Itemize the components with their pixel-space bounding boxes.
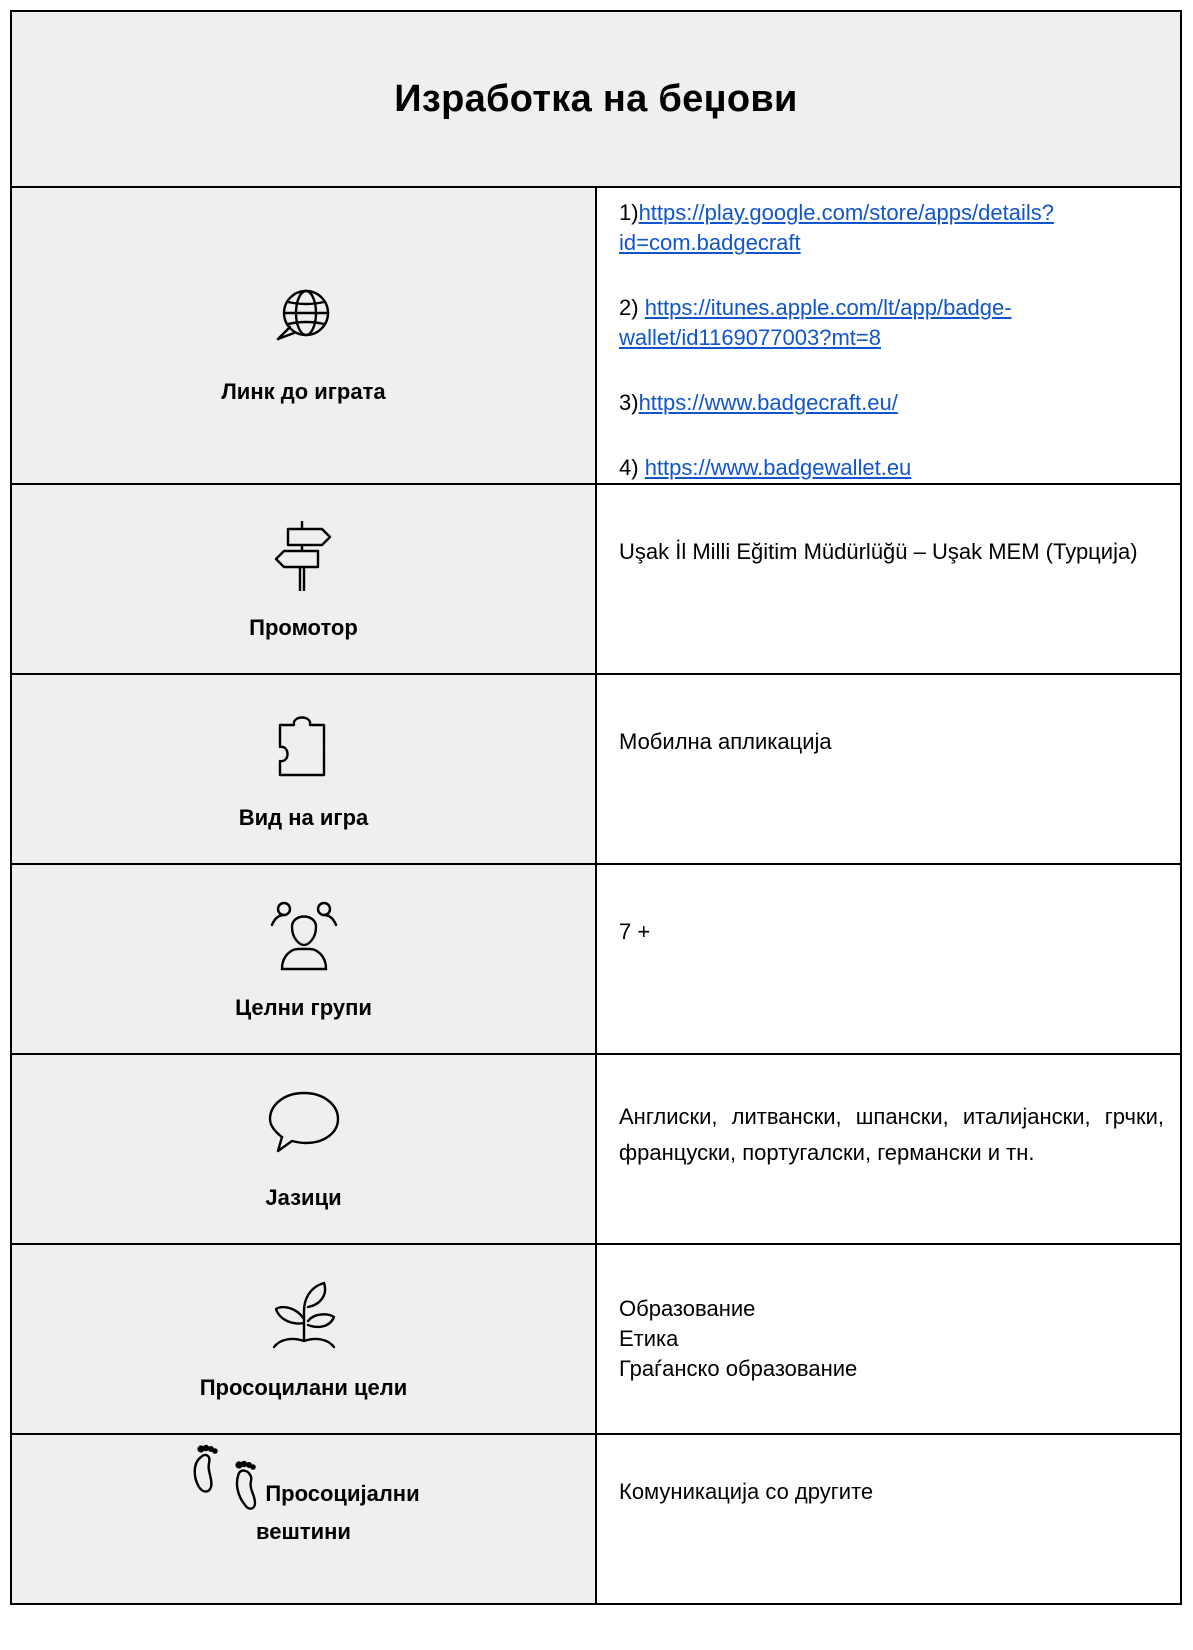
label-link: Линк до играта (221, 378, 386, 404)
globe-icon (264, 275, 344, 355)
people-group-icon (264, 895, 344, 975)
label-cell-link: Линк до играта (10, 186, 597, 485)
link-item: 2) https://itunes.apple.com/lt/app/badge… (619, 295, 1012, 350)
label-cell-target: Целни групи (10, 863, 597, 1055)
skills-value: Комуникација со другите (619, 1479, 874, 1504)
goal-item: Етика (619, 1326, 679, 1351)
sprout-icon (264, 1275, 344, 1355)
puzzle-piece-icon (264, 705, 344, 785)
label-promoter: Промотор (249, 615, 358, 640)
link-badgecraft[interactable]: https://www.badgecraft.eu/ (639, 390, 898, 415)
link-item: 4) https://www.badgewallet.eu (619, 455, 912, 480)
type-value: Мобилна апликација (619, 729, 832, 754)
label-skills-line1: Просоцијални (265, 1481, 420, 1506)
label-target: Целни групи (235, 995, 372, 1020)
link-google-play[interactable]: https://play.google.com/store/apps/detai… (619, 200, 1054, 255)
label-cell-promoter: Промотор (10, 483, 597, 675)
label-cell-goals: Просоцилани цели (10, 1243, 597, 1435)
value-cell-languages: Англиски, литвански, шпански, италијанск… (595, 1053, 1182, 1245)
goal-item: Образование (619, 1296, 756, 1321)
label-skills-line2: вештини (256, 1519, 351, 1544)
label-cell-languages: Јазици (10, 1053, 597, 1245)
goal-item: Граѓанско образование (619, 1356, 858, 1381)
speech-bubble-icon (264, 1085, 344, 1165)
value-cell-target: 7 + (595, 863, 1182, 1055)
value-cell-skills: Комуникација со другите (595, 1433, 1182, 1605)
link-itunes[interactable]: https://itunes.apple.com/lt/app/badge-wa… (619, 295, 1012, 350)
label-type: Вид на игра (238, 805, 369, 830)
page-title: Изработка на беџови (10, 10, 1182, 188)
signpost-icon (264, 515, 344, 595)
value-cell-type: Мобилна апликација (595, 673, 1182, 865)
document-sheet: Изработка на беџови Линк до играта 1)htt… (10, 10, 1182, 1650)
value-cell-goals: Образование Етика Граѓанско образование (595, 1243, 1182, 1435)
value-cell-promoter: Uşak İl Milli Eğitim Müdürlüğü – Uşak ME… (595, 483, 1182, 675)
link-item: 1)https://play.google.com/store/apps/det… (619, 200, 1054, 255)
label-cell-skills: Просоцијални вештини (10, 1433, 597, 1605)
value-cell-link: 1)https://play.google.com/store/apps/det… (595, 186, 1182, 485)
target-value: 7 + (619, 919, 651, 944)
label-languages: Јазици (265, 1185, 342, 1210)
link-item: 3)https://www.badgecraft.eu/ (619, 390, 898, 415)
label-goals: Просоцилани цели (199, 1375, 408, 1400)
info-table: Изработка на беџови Линк до играта 1)htt… (10, 10, 1182, 1605)
footprints-icon (187, 1443, 271, 1513)
label-cell-type: Вид на игра (10, 673, 597, 865)
link-badgewallet[interactable]: https://www.badgewallet.eu (645, 455, 912, 480)
languages-value: Англиски, литвански, шпански, италијанск… (619, 1104, 1164, 1165)
promoter-value: Uşak İl Milli Eğitim Müdürlüğü – Uşak ME… (619, 539, 1138, 564)
